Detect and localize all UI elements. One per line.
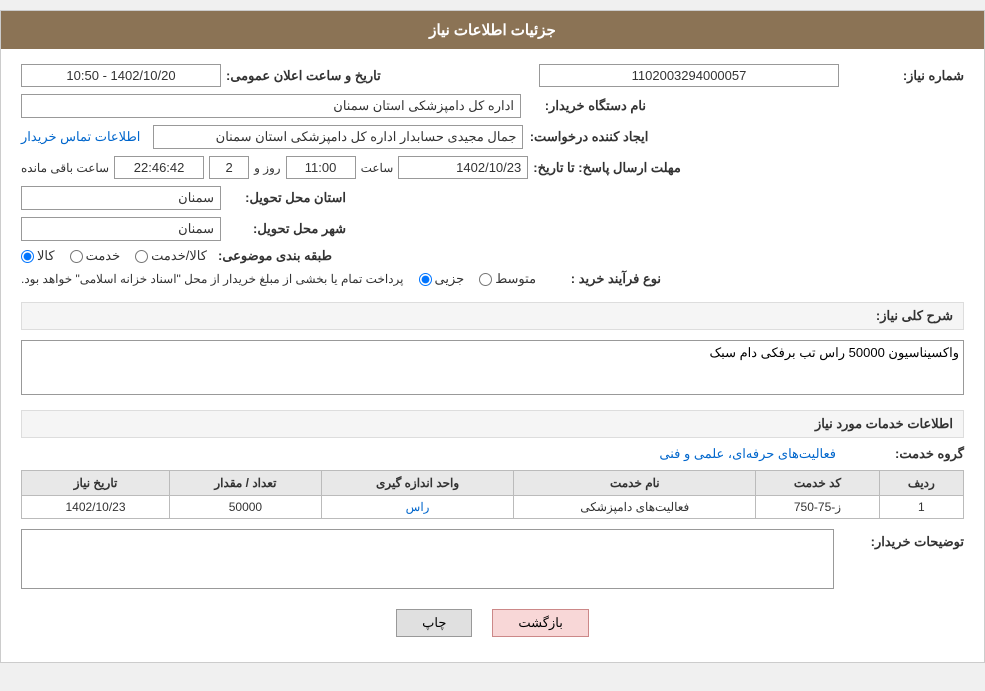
radio-jozi-input[interactable] — [419, 273, 432, 286]
tarikh-value: 1402/10/20 - 10:50 — [21, 64, 221, 87]
tabaqe-radio-group: کالا/خدمت خدمت کالا — [21, 248, 207, 264]
col-radif: ردیف — [879, 471, 963, 496]
mande-label: ساعت باقی مانده — [21, 161, 109, 175]
cell-tedad: 50000 — [170, 496, 322, 519]
cell-kod: ز-75-750 — [756, 496, 879, 519]
tawsiyat-textarea[interactable] — [21, 529, 834, 589]
sharh-section-title: شرح کلی نیاز: — [21, 302, 964, 330]
radio-kala-khedmat-input[interactable] — [135, 250, 148, 263]
shahr-value: سمنان — [21, 217, 221, 241]
noe-notice: پرداخت تمام یا بخشی از مبلغ خریدار از مح… — [21, 272, 404, 286]
col-kod: کد خدمت — [756, 471, 879, 496]
service-table: ردیف کد خدمت نام خدمت واحد اندازه گیری ت… — [21, 470, 964, 519]
mohlat-saat-label: ساعت — [361, 161, 394, 175]
sharh-textarea[interactable] — [21, 340, 964, 395]
radio-kala-input[interactable] — [21, 250, 34, 263]
cell-name: فعالیت‌های دامپزشکی — [514, 496, 756, 519]
noe-label: نوع فرآیند خرید : — [541, 271, 661, 287]
radio-kala-khedmat-label: کالا/خدمت — [151, 248, 207, 264]
print-button[interactable]: چاپ — [396, 609, 472, 637]
group-label: گروه خدمت: — [844, 446, 964, 462]
mohlat-rooz-label: روز و — [254, 161, 281, 175]
noe-radio-group: متوسط جزیی — [419, 271, 537, 287]
tabaqe-label: طبقه بندی موضوعی: — [212, 248, 332, 264]
col-tarikh: تاریخ نیاز — [22, 471, 170, 496]
cell-vahed: راس — [321, 496, 514, 519]
radio-khedmat-label: خدمت — [86, 248, 121, 264]
radio-khedmat-input[interactable] — [70, 250, 83, 263]
shahr-label: شهر محل تحویل: — [226, 221, 346, 237]
mohlat-rooz-value: 2 — [209, 156, 249, 179]
shomara-niaz-label: شماره نیاز: — [844, 68, 964, 84]
cell-radif: 1 — [879, 496, 963, 519]
cell-tarikh: 1402/10/23 — [22, 496, 170, 519]
radio-kala-khedmat: کالا/خدمت — [135, 248, 207, 264]
page-title: جزئیات اطلاعات نیاز — [1, 11, 984, 49]
radio-kala: کالا — [21, 248, 55, 264]
radio-motevaset-label: متوسط — [495, 271, 536, 287]
radio-jozi: جزیی — [419, 271, 465, 287]
radio-jozi-label: جزیی — [435, 271, 465, 287]
mande-value: 22:46:42 — [114, 156, 204, 179]
service-section-title: اطلاعات خدمات مورد نیاز — [21, 410, 964, 438]
back-button[interactable]: بازگشت — [492, 609, 588, 637]
group-value[interactable]: فعالیت‌های حرفه‌ای، علمی و فنی — [659, 446, 836, 462]
col-vahed: واحد اندازه گیری — [321, 471, 514, 496]
col-name: نام خدمت — [514, 471, 756, 496]
ijad-label: ایجاد کننده درخواست: — [528, 129, 648, 145]
tawsiyat-label: توضیحات خریدار: — [844, 529, 964, 550]
col-tedad: تعداد / مقدار — [170, 471, 322, 496]
ettelaat-link[interactable]: اطلاعات تماس خریدار — [21, 129, 140, 145]
nam-dastgah-value: اداره کل دامپزشکی استان سمنان — [21, 94, 521, 118]
radio-motevaset: متوسط — [479, 271, 536, 287]
action-bar: بازگشت چاپ — [21, 609, 964, 637]
table-row: 1ز-75-750فعالیت‌های دامپزشکی راس 500001402… — [22, 496, 964, 519]
ostan-value: سمنان — [21, 186, 221, 210]
vahed-link[interactable]: راس — [406, 500, 430, 514]
nam-dastgah-label: نام دستگاه خریدار: — [526, 98, 646, 114]
mohlat-date: 1402/10/23 — [398, 156, 528, 179]
mohlat-saat-value: 11:00 — [286, 156, 356, 179]
ijad-value: جمال مجیدی حسابدار اداره کل دامپزشکی است… — [153, 125, 523, 149]
tarikh-label: تاریخ و ساعت اعلان عمومی: — [226, 68, 381, 84]
shomara-niaz-value: 1102003294000057 — [539, 64, 839, 87]
radio-kala-label: کالا — [37, 248, 55, 264]
mohlat-label: مهلت ارسال پاسخ: تا تاریخ: — [533, 160, 681, 176]
radio-motevaset-input[interactable] — [479, 273, 492, 286]
radio-khedmat: خدمت — [70, 248, 121, 264]
ostan-label: استان محل تحویل: — [226, 190, 346, 206]
